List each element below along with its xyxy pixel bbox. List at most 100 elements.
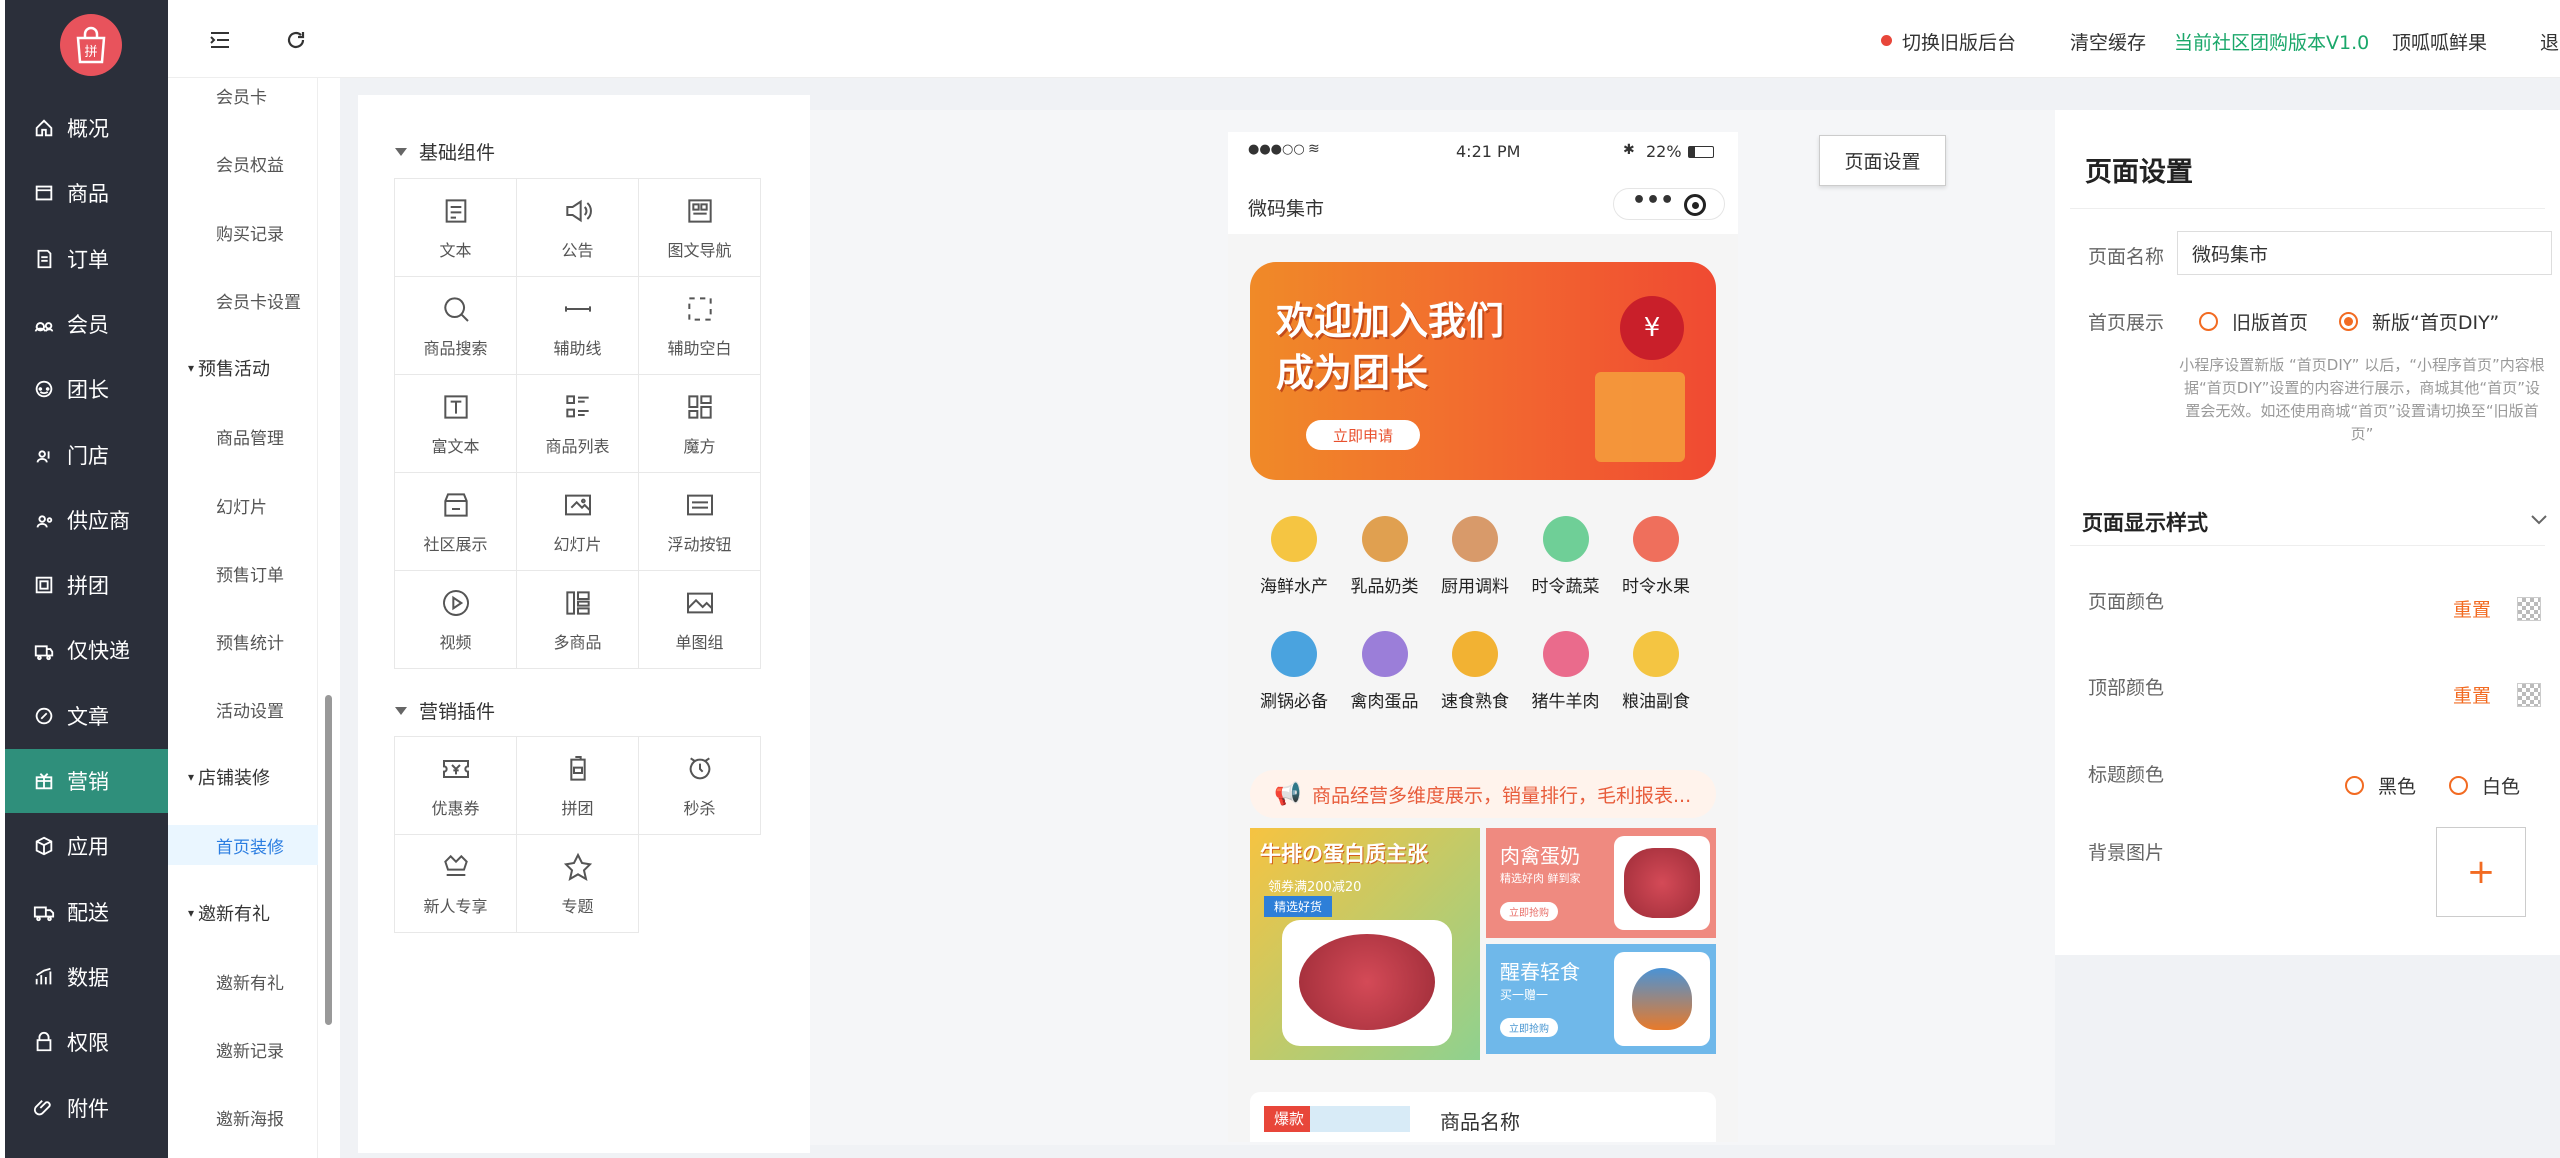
subnav-group[interactable]: ▾ 预售活动 xyxy=(168,348,318,388)
category-item[interactable]: 厨用调料 xyxy=(1430,516,1520,597)
top-color-reset[interactable]: 重置 xyxy=(2453,681,2491,708)
category-item[interactable]: 乳品奶类 xyxy=(1340,516,1430,597)
nav-item-3[interactable]: 订单 xyxy=(5,227,168,291)
nav-item-7[interactable]: 供应商 xyxy=(5,488,168,552)
nav-item-11[interactable]: 营销 xyxy=(5,749,168,813)
nav-item-6[interactable]: 门店 xyxy=(5,423,168,487)
page-color-picker[interactable] xyxy=(2517,597,2541,621)
component-community[interactable]: 社区展示 xyxy=(395,473,517,571)
component-floating-button[interactable]: 浮动按钮 xyxy=(639,473,761,571)
page-color-reset[interactable]: 重置 xyxy=(2453,595,2491,622)
upload-background-button[interactable]: + xyxy=(2436,827,2526,917)
apply-now-button[interactable]: 立即申请 xyxy=(1306,420,1420,450)
component-divider-line[interactable]: 辅助线 xyxy=(517,277,639,375)
component-coupon[interactable]: 优惠券 xyxy=(395,737,517,835)
nav-item-16[interactable]: 附件 xyxy=(5,1076,168,1140)
more-options-icon[interactable]: ••• xyxy=(1632,188,1674,213)
chevron-down-icon[interactable] xyxy=(2530,514,2548,526)
nav-item-1[interactable]: 概况 xyxy=(5,96,168,160)
top-color-picker[interactable] xyxy=(2517,683,2541,707)
shop-name[interactable]: 顶呱呱鲜果 xyxy=(2392,28,2487,55)
component-new-user[interactable]: 新人专享 xyxy=(395,835,517,933)
title-color-white-radio[interactable]: 白色 xyxy=(2449,772,2520,799)
nav-item-2[interactable]: 商品 xyxy=(5,161,168,225)
clear-cache-link[interactable]: 清空缓存 xyxy=(2070,28,2146,55)
category-item[interactable]: 涮锅必备 xyxy=(1249,631,1339,712)
basic-components-header[interactable]: 基础组件 xyxy=(395,138,495,165)
subnav-item[interactable]: 邀新海报 xyxy=(168,1097,318,1137)
component-video[interactable]: 视频 xyxy=(395,571,517,669)
nav-item-13[interactable]: 配送 xyxy=(5,880,168,944)
category-item[interactable]: 禽肉蛋品 xyxy=(1340,631,1430,712)
subnav-item[interactable]: 会员权益 xyxy=(168,143,318,183)
component-announcement[interactable]: 公告 xyxy=(517,179,639,277)
category-item[interactable]: 猪牛羊肉 xyxy=(1521,631,1611,712)
goods-list-item[interactable]: 爆款 商品名称 xyxy=(1250,1092,1716,1142)
subnav-item[interactable]: 会员卡 xyxy=(168,75,318,115)
component-topic[interactable]: 专题 xyxy=(517,835,639,933)
subnav-item[interactable]: 邀新记录 xyxy=(168,1029,318,1069)
meat-card-button[interactable]: 立即抢购 xyxy=(1500,902,1558,921)
category-item[interactable]: 时令蔬菜 xyxy=(1521,516,1611,597)
category-item[interactable]: 速食熟食 xyxy=(1430,631,1520,712)
category-item[interactable]: 海鲜水产 xyxy=(1249,516,1339,597)
subnav-item[interactable]: 购买记录 xyxy=(168,212,318,252)
component-cube-layout[interactable]: 魔方 xyxy=(639,375,761,473)
notice-bar[interactable]: 📢 商品经营多维度展示，销量排行，毛利报表... xyxy=(1250,770,1716,818)
collapse-menu-icon[interactable] xyxy=(208,28,232,52)
subnav-item[interactable]: 幻灯片 xyxy=(168,485,318,525)
component-image-group[interactable]: 单图组 xyxy=(639,571,761,669)
component-flash-sale[interactable]: 秒杀 xyxy=(639,737,761,835)
component-image-nav[interactable]: 图文导航 xyxy=(639,179,761,277)
component-group-buy[interactable]: 拼团 xyxy=(517,737,639,835)
logout-link[interactable]: 退 xyxy=(2540,28,2559,55)
component-text[interactable]: 文本 xyxy=(395,179,517,277)
nav-item-9[interactable]: 仅快递 xyxy=(5,618,168,682)
component-multi-goods[interactable]: 多商品 xyxy=(517,571,639,669)
component-blank-space[interactable]: 辅助空白 xyxy=(639,277,761,375)
close-mini-program-icon[interactable] xyxy=(1684,194,1706,216)
component-goods-list[interactable]: 商品列表 xyxy=(517,375,639,473)
app-logo[interactable]: 拼 xyxy=(60,14,122,76)
category-item[interactable]: 时令水果 xyxy=(1611,516,1701,597)
subnav-item[interactable]: 会员卡设置 xyxy=(168,280,318,320)
refresh-icon[interactable] xyxy=(284,28,308,52)
switch-old-admin-link[interactable]: 切换旧版后台 xyxy=(1902,28,2016,55)
component-slideshow[interactable]: 幻灯片 xyxy=(517,473,639,571)
subnav-item[interactable]: 邀新有礼 xyxy=(168,961,318,1001)
promo-card-steak[interactable]: 牛排の蛋白质主张 领券满200减20 精选好货 xyxy=(1250,828,1480,1060)
display-style-title[interactable]: 页面显示样式 xyxy=(2082,507,2208,537)
page-settings-button[interactable]: 页面设置 xyxy=(1819,135,1946,186)
page-name-input[interactable] xyxy=(2177,231,2552,275)
component-label: 专题 xyxy=(561,896,594,916)
promo-card-meat[interactable]: 肉禽蛋奶 精选好肉 鲜到家 立即抢购 xyxy=(1486,828,1716,938)
subnav-item[interactable]: 首页装修 xyxy=(168,825,318,865)
subnav-group[interactable]: ▾ 店铺装修 xyxy=(168,757,318,797)
nav-item-10[interactable]: 文章 xyxy=(5,684,168,748)
nav-item-5[interactable]: 团长 xyxy=(5,357,168,421)
nav-item-15[interactable]: 权限 xyxy=(5,1010,168,1074)
component-rich-text[interactable]: 富文本 xyxy=(395,375,517,473)
recruit-banner[interactable]: 欢迎加入我们 成为团长 立即申请 ¥ xyxy=(1250,262,1716,480)
sidebar-scrollbar[interactable] xyxy=(325,695,332,1025)
nav-item-14[interactable]: 数据 xyxy=(5,945,168,1009)
marketing-plugins-header[interactable]: 营销插件 xyxy=(395,697,495,724)
new-home-radio[interactable]: 新版“首页DIY” xyxy=(2339,308,2499,335)
nav-item-12[interactable]: 应用 xyxy=(5,814,168,878)
subnav-item[interactable]: 商品管理 xyxy=(168,416,318,456)
nav-item-4[interactable]: 会员 xyxy=(5,292,168,356)
category-item[interactable]: 粮油副食 xyxy=(1611,631,1701,712)
subnav-item[interactable]: 预售统计 xyxy=(168,621,318,661)
promo-card-light-meal[interactable]: 醒春轻食 买一赠一 立即抢购 xyxy=(1486,944,1716,1054)
nav-item-8[interactable]: 拼团 xyxy=(5,553,168,617)
subnav-group[interactable]: ▾ 邀新有礼 xyxy=(168,893,318,933)
component-search[interactable]: 商品搜索 xyxy=(395,277,517,375)
light-meal-card-button[interactable]: 立即抢购 xyxy=(1500,1018,1558,1037)
subnav-item[interactable]: 活动设置 xyxy=(168,689,318,729)
light-meal-card-title: 醒春轻食 xyxy=(1500,960,1580,984)
old-home-radio[interactable]: 旧版首页 xyxy=(2199,308,2308,335)
title-color-black-radio[interactable]: 黑色 xyxy=(2345,772,2416,799)
category-icon xyxy=(1633,516,1679,562)
sub-sidebar: 会员卡会员权益购买记录会员卡设置 ▾ 预售活动商品管理幻灯片预售订单预售统计活动设置… xyxy=(168,0,318,1158)
subnav-item[interactable]: 预售订单 xyxy=(168,553,318,593)
